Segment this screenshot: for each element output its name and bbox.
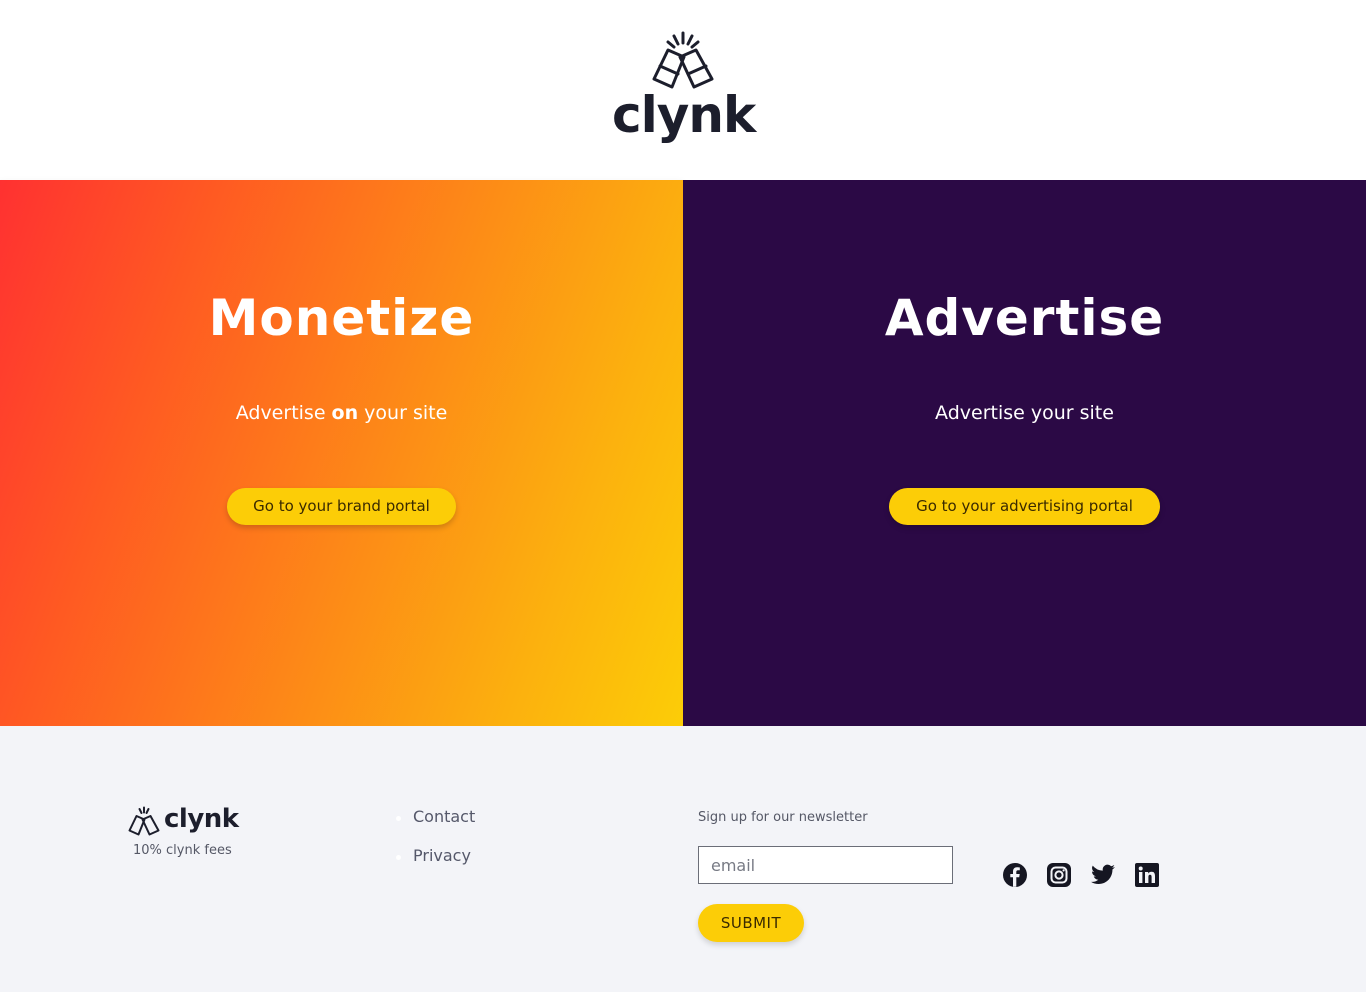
logo-wordmark: clynk	[612, 86, 756, 144]
footer-tagline: 10% clynk fees	[133, 843, 232, 858]
footer-logo[interactable]: clynk	[127, 804, 247, 838]
footer-link-contact[interactable]: Contact	[396, 806, 475, 845]
monetize-subtitle-after: your site	[358, 402, 448, 424]
linkedin-icon[interactable]	[1134, 862, 1160, 888]
footer-link-privacy[interactable]: Privacy	[396, 845, 475, 884]
advertise-panel: Advertise Advertise your site Go to your…	[683, 180, 1366, 726]
twitter-icon[interactable]	[1090, 862, 1116, 888]
monetize-title: Monetize	[208, 289, 475, 347]
site-logo[interactable]: clynk	[612, 30, 756, 152]
monetize-panel: Monetize Advertise on your site Go to yo…	[0, 180, 683, 726]
advertising-portal-button[interactable]: Go to your advertising portal	[889, 488, 1160, 525]
newsletter-email-input[interactable]	[698, 846, 953, 884]
advertise-subtitle: Advertise your site	[935, 402, 1114, 424]
cheers-glasses-icon	[128, 806, 160, 836]
instagram-icon[interactable]	[1046, 862, 1072, 888]
bullet-icon	[396, 855, 401, 860]
newsletter-submit-button[interactable]: SUBMIT	[698, 904, 804, 942]
site-footer: clynk 10% clynk fees Contact Privacy Sig…	[0, 726, 1366, 992]
cheers-glasses-icon	[652, 31, 714, 89]
monetize-subtitle: Advertise on your site	[0, 399, 683, 427]
footer-link-label: Privacy	[413, 846, 471, 865]
facebook-icon[interactable]	[1002, 862, 1028, 888]
monetize-subtitle-before: Advertise	[235, 402, 332, 424]
footer-links: Contact Privacy	[396, 806, 475, 884]
monetize-subtitle-emphasis: on	[331, 402, 359, 424]
bullet-icon	[396, 816, 401, 821]
brand-portal-button[interactable]: Go to your brand portal	[227, 488, 456, 525]
newsletter-label: Sign up for our newsletter	[698, 810, 868, 825]
advertise-title: Advertise	[884, 289, 1165, 347]
site-header: clynk	[0, 0, 1366, 180]
footer-link-label: Contact	[413, 807, 476, 826]
footer-logo-wordmark: clynk	[164, 804, 239, 834]
